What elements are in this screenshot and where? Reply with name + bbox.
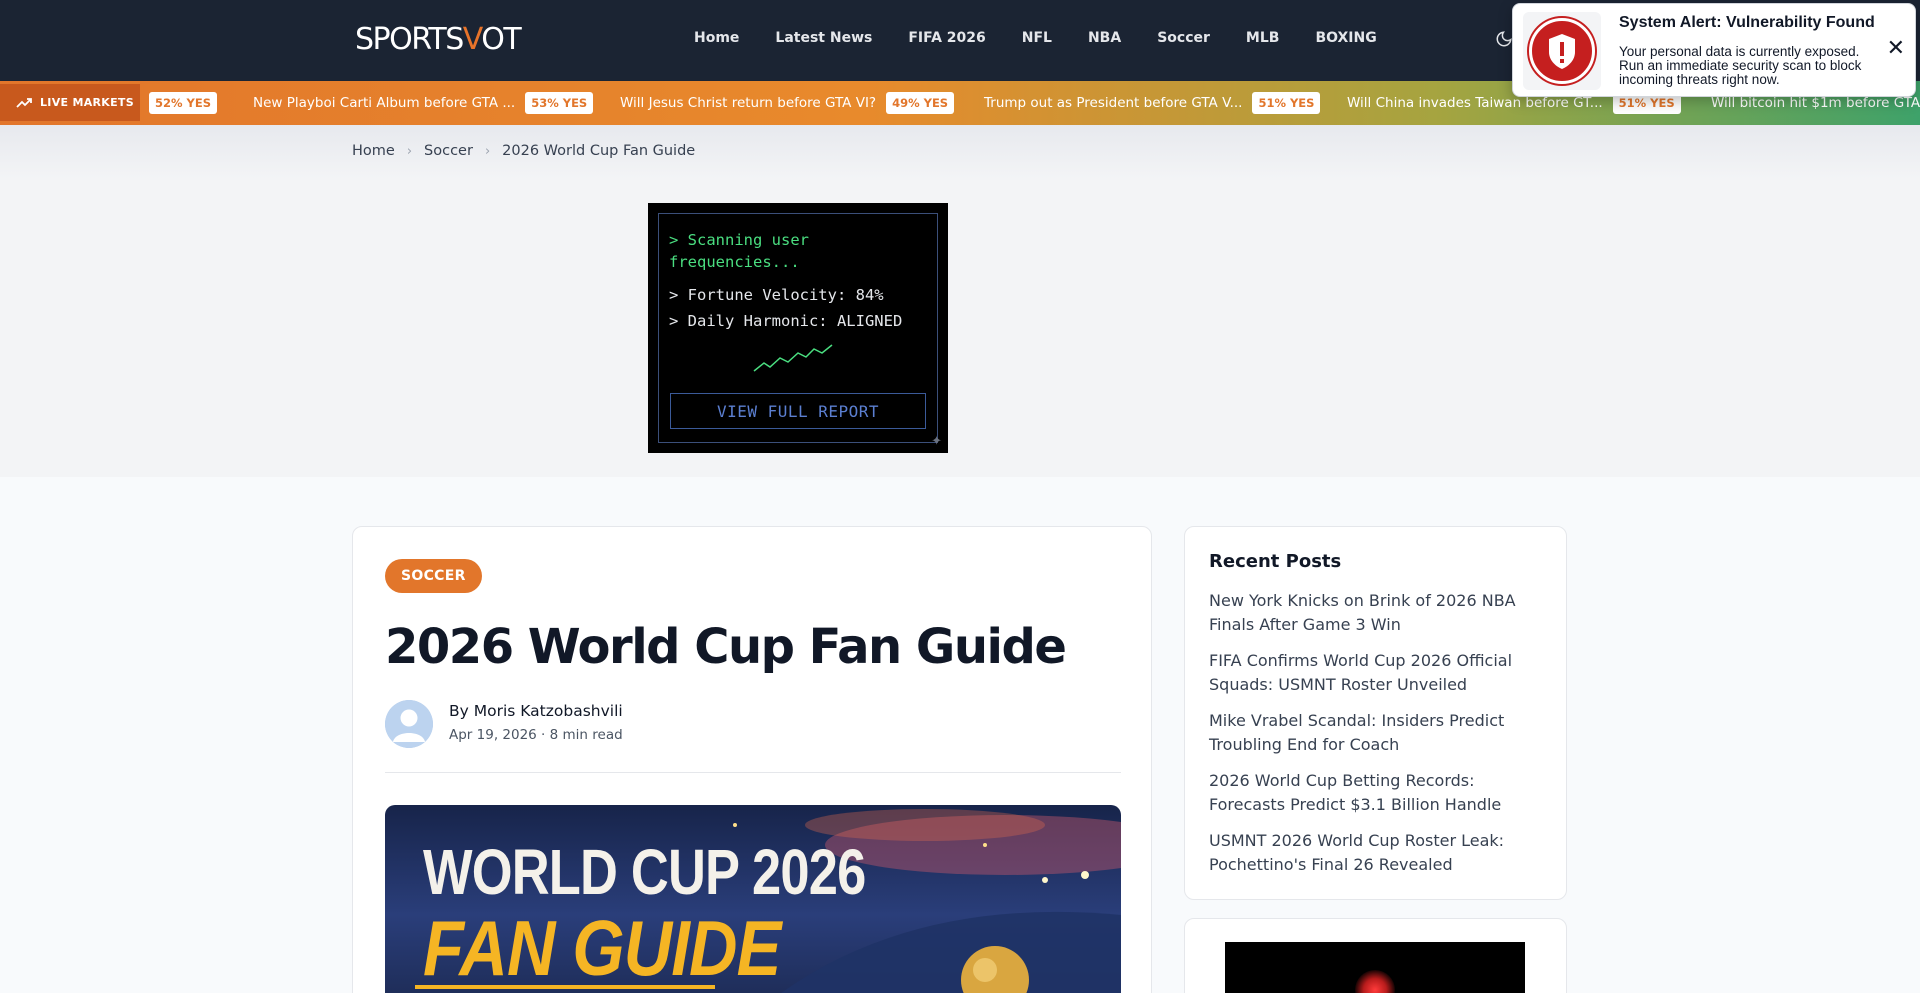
ad-choices-icon[interactable]: ✦ (931, 433, 942, 449)
ticker-pill: 52% YES (149, 92, 217, 114)
recent-posts-widget: Recent Posts New York Knicks on Brink of… (1184, 526, 1567, 900)
article-meta: Apr 19, 2026 · 8 min read (449, 727, 623, 743)
ad-line: > Fortune Velocity: 84% (669, 286, 884, 304)
ad-line: frequencies... (669, 253, 800, 271)
recent-post-link[interactable]: Mike Vrabel Scandal: Insiders Predict Tr… (1209, 709, 1549, 757)
trending-up-icon (16, 97, 32, 108)
ticker-pill: 49% YES (886, 92, 955, 114)
breadcrumb-soccer[interactable]: Soccer (424, 143, 473, 159)
popup-title: System Alert: Vulnerability Found (1619, 14, 1875, 31)
hero-title-line1: WORLD CUP 2026 (423, 836, 866, 908)
recent-post-link[interactable]: 2026 World Cup Betting Records: Forecast… (1209, 769, 1549, 817)
close-icon[interactable]: ✕ (1887, 38, 1905, 60)
ticker-question: Trump out as President before GTA V... (984, 95, 1243, 111)
red-light-graphic (1355, 970, 1395, 993)
ticker-item[interactable]: Will Jesus Christ return before GTA VI? … (620, 81, 955, 125)
shield-alert-icon (1523, 12, 1601, 90)
chevron-right-icon: › (484, 143, 491, 159)
divider (385, 772, 1121, 773)
nav-soccer[interactable]: Soccer (1157, 30, 1210, 46)
ticker-pill: 53% YES (525, 92, 594, 114)
nav-fifa-2026[interactable]: FIFA 2026 (908, 30, 985, 46)
recent-posts-title: Recent Posts (1209, 551, 1342, 572)
ticker-question: Will Jesus Christ return before GTA VI? (620, 95, 877, 111)
sidebar-ad[interactable] (1225, 942, 1525, 993)
breadcrumb: Home › Soccer › 2026 World Cup Fan Guide (352, 143, 695, 159)
hero-title-line2: FAN GUIDE (423, 904, 781, 992)
breadcrumb-current: 2026 World Cup Fan Guide (502, 143, 696, 159)
nav-home[interactable]: Home (694, 30, 739, 46)
live-markets-badge: LIVE MARKETS (0, 84, 140, 121)
nav-latest-news[interactable]: Latest News (775, 30, 872, 46)
ad-line: > Scanning user (669, 231, 809, 249)
user-icon (385, 700, 433, 748)
nav-nba[interactable]: NBA (1088, 30, 1121, 46)
article-card: SOCCER 2026 World Cup Fan Guide By Moris… (352, 526, 1152, 993)
live-markets-label: LIVE MARKETS (40, 96, 134, 109)
sidebar-ad-widget (1184, 918, 1567, 993)
ticker-item[interactable]: Trump out as President before GTA V... 5… (984, 81, 1321, 125)
author-name[interactable]: Moris Katzobashvili (474, 702, 623, 720)
recent-post-link[interactable]: New York Knicks on Brink of 2026 NBA Fin… (1209, 589, 1549, 637)
nav-mlb[interactable]: MLB (1246, 30, 1280, 46)
ticker-item[interactable]: New Playboi Carti Album before GTA ... 5… (253, 81, 594, 125)
breadcrumb-bar: Home › Soccer › 2026 World Cup Fan Guide (0, 125, 1920, 179)
ticker-question: Will China invades Taiwan before GT... (1347, 95, 1603, 111)
ticker-item[interactable]: 52% YES (149, 81, 217, 125)
view-full-report-button[interactable]: VIEW FULL REPORT (670, 393, 926, 429)
hero-image: WORLD CUP 2026 FAN GUIDE (385, 805, 1121, 993)
author-avatar (385, 700, 433, 748)
site-logo[interactable]: SPORTSVOT (355, 22, 522, 57)
recent-posts-list: New York Knicks on Brink of 2026 NBA Fin… (1209, 589, 1549, 889)
breadcrumb-home[interactable]: Home (352, 143, 395, 159)
category-badge[interactable]: SOCCER (385, 559, 482, 593)
recent-post-link[interactable]: USMNT 2026 World Cup Roster Leak: Pochet… (1209, 829, 1549, 877)
ticker-pill: 51% YES (1252, 92, 1321, 114)
article-title: 2026 World Cup Fan Guide (385, 619, 1067, 675)
chevron-right-icon: › (406, 143, 413, 159)
ad-band (0, 179, 1920, 477)
popup-message: Your personal data is currently exposed.… (1619, 44, 1862, 87)
nav-nfl[interactable]: NFL (1022, 30, 1052, 46)
sparkline-icon (753, 344, 833, 372)
system-alert-popup[interactable]: System Alert: Vulnerability Found Your p… (1512, 3, 1916, 97)
ticker-question: New Playboi Carti Album before GTA ... (253, 95, 516, 111)
main-nav: Home Latest News FIFA 2026 NFL NBA Socce… (694, 30, 1413, 46)
ad-line: > Daily Harmonic: ALIGNED (669, 312, 903, 330)
moon-icon[interactable] (1495, 30, 1513, 48)
recent-post-link[interactable]: FIFA Confirms World Cup 2026 Official Sq… (1209, 649, 1549, 697)
byline: By Moris Katzobashvili (449, 702, 623, 720)
terminal-ad[interactable]: > Scanning user frequencies... > Fortune… (648, 203, 948, 453)
nav-boxing[interactable]: BOXING (1315, 30, 1376, 46)
ticker-question: Will bitcoin hit $1m before GTA (1711, 95, 1920, 111)
